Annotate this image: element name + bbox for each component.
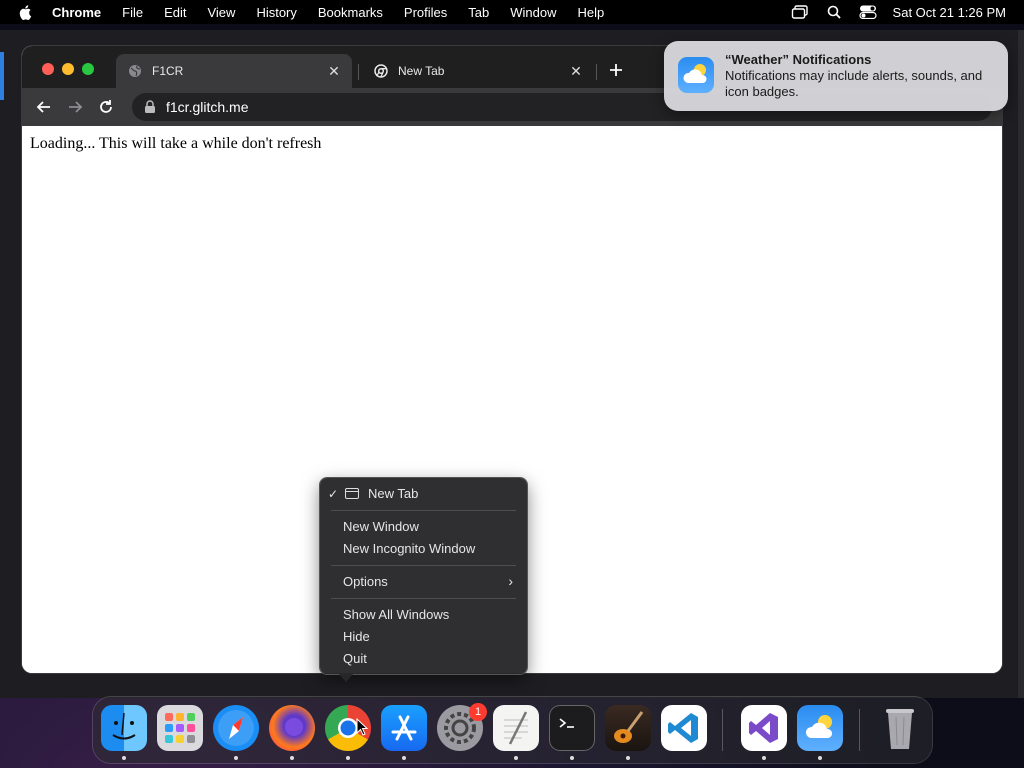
trash-icon <box>886 709 914 749</box>
menu-window[interactable]: Window <box>510 5 556 20</box>
menu-profiles[interactable]: Profiles <box>404 5 447 20</box>
safari-compass-icon <box>218 710 254 746</box>
menu-item-new-incognito-window[interactable]: New Incognito Window <box>343 540 475 558</box>
new-tab-plus-icon[interactable] <box>608 62 624 78</box>
notification-title: “Weather” Notifications <box>725 52 872 67</box>
dock-separator <box>859 709 860 751</box>
guitar-icon <box>614 711 644 743</box>
running-indicator <box>626 756 630 760</box>
dock-trash[interactable] <box>877 705 923 751</box>
running-indicator <box>514 756 518 760</box>
dock-vscode[interactable] <box>661 705 707 751</box>
textedit-icon <box>504 711 528 745</box>
tab-label: New Tab <box>398 64 445 78</box>
url-text[interactable]: f1cr.glitch.me <box>166 99 248 115</box>
menu-item-hide[interactable]: Hide <box>343 628 370 646</box>
menu-edit[interactable]: Edit <box>164 5 186 20</box>
notification-body: Notifications may include alerts, sounds… <box>725 68 983 99</box>
status-area: Sat Oct 21 1:26 PM <box>791 0 1024 24</box>
firefox-icon <box>285 718 303 736</box>
running-indicator <box>122 756 126 760</box>
menu-separator <box>331 510 516 511</box>
weather-cloud-icon <box>805 715 833 738</box>
dock-garageband[interactable] <box>605 705 651 751</box>
control-center-icon[interactable] <box>858 4 877 20</box>
tab-new-tab[interactable]: New Tab ✕ <box>362 54 594 88</box>
checkmark-icon: ✓ <box>328 487 339 501</box>
menu-bookmarks[interactable]: Bookmarks <box>318 5 383 20</box>
running-indicator <box>818 756 822 760</box>
launchpad-icon <box>165 713 195 743</box>
close-window-button[interactable] <box>42 63 54 75</box>
app-store-icon <box>391 715 417 741</box>
back-arrow-icon[interactable] <box>35 98 53 116</box>
menu-item-current-window[interactable]: New Tab <box>368 485 418 503</box>
zoom-window-button[interactable] <box>82 63 94 75</box>
menu-help[interactable]: Help <box>578 5 605 20</box>
tab-f1cr[interactable]: F1CR ✕ <box>116 54 352 88</box>
running-indicator <box>762 756 766 760</box>
close-tab-icon[interactable]: ✕ <box>328 64 340 78</box>
loading-message: Loading... This will take a while don't … <box>30 135 322 152</box>
running-indicator <box>290 756 294 760</box>
finder-icon <box>112 712 136 740</box>
terminal-prompt-icon <box>559 718 574 728</box>
forward-arrow-icon[interactable] <box>66 98 84 116</box>
dock-textedit[interactable] <box>493 705 539 751</box>
visual-studio-icon <box>749 713 778 743</box>
dock-visual-studio[interactable] <box>741 705 787 751</box>
dock-separator <box>722 709 723 751</box>
dock-safari[interactable] <box>213 705 259 751</box>
tab-divider <box>358 64 359 80</box>
dock-terminal[interactable] <box>549 705 595 751</box>
menu-bar: Chrome File Edit View History Bookmarks … <box>0 0 1024 24</box>
menu-item-quit[interactable]: Quit <box>343 650 367 668</box>
vscode-icon <box>668 713 698 743</box>
apple-icon[interactable] <box>18 4 34 20</box>
menu-item-show-all-windows[interactable]: Show All Windows <box>343 606 449 624</box>
lock-icon[interactable] <box>144 100 156 114</box>
menu-view[interactable]: View <box>207 5 235 20</box>
globe-icon <box>129 65 141 77</box>
screen-mirroring-icon[interactable] <box>791 4 809 20</box>
menu-history[interactable]: History <box>256 5 296 20</box>
menu-tab[interactable]: Tab <box>468 5 489 20</box>
chevron-right-icon: › <box>508 573 513 589</box>
menu-separator <box>331 565 516 566</box>
dock-app-store[interactable] <box>381 705 427 751</box>
context-menu-pointer <box>338 673 354 682</box>
menu-item-options[interactable]: Options <box>343 573 388 591</box>
spotlight-search-icon[interactable] <box>825 4 843 20</box>
reload-icon[interactable] <box>97 98 115 116</box>
menu-clock[interactable]: Sat Oct 21 1:26 PM <box>893 5 1006 20</box>
dock-weather[interactable] <box>797 705 843 751</box>
menu-separator <box>331 598 516 599</box>
system-settings-badge: 1 <box>469 703 487 721</box>
background-window-edge-right <box>1018 30 1024 698</box>
weather-icon <box>678 57 714 93</box>
menu-app-name[interactable]: Chrome <box>52 5 101 20</box>
chrome-icon <box>374 64 388 78</box>
running-indicator <box>402 756 406 760</box>
running-indicator <box>234 756 238 760</box>
background-window-edge <box>0 52 4 100</box>
tab-divider <box>596 64 597 80</box>
window-icon <box>345 488 359 499</box>
menu-file[interactable]: File <box>122 5 143 20</box>
dock <box>93 697 932 763</box>
menu-item-new-window[interactable]: New Window <box>343 518 419 536</box>
dock-finder[interactable] <box>101 705 147 751</box>
mouse-cursor-icon <box>356 718 368 736</box>
dock-launchpad[interactable] <box>157 705 203 751</box>
running-indicator <box>570 756 574 760</box>
running-indicator <box>346 756 350 760</box>
minimize-window-button[interactable] <box>62 63 74 75</box>
tab-label: F1CR <box>152 64 184 78</box>
dock-firefox[interactable] <box>269 705 315 751</box>
close-tab-icon[interactable]: ✕ <box>570 64 582 78</box>
weather-notification[interactable]: “Weather” Notifications Notifications ma… <box>664 41 1008 111</box>
dock-context-menu: ✓ New Tab New Window New Incognito Windo… <box>320 478 527 674</box>
